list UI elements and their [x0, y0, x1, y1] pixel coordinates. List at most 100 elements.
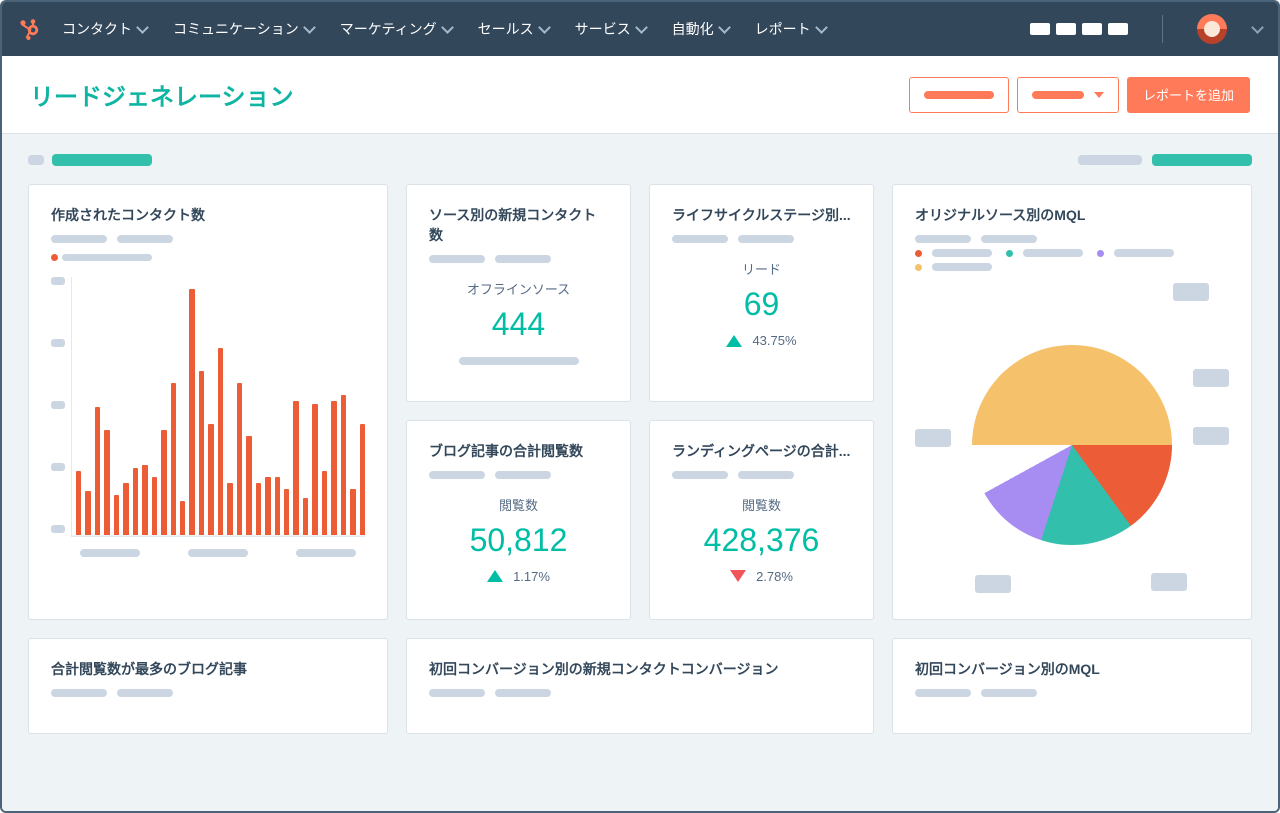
bar — [104, 430, 109, 536]
card-blog-views[interactable]: ブログ記事の合計閲覧数 閲覧数 50,812 1.17% — [406, 420, 631, 621]
nav-item-label: 自動化 — [672, 19, 714, 39]
card-contacts-created[interactable]: 作成されたコンタクト数 — [28, 184, 388, 620]
chevron-down-icon — [635, 21, 648, 34]
bar-series — [71, 277, 365, 537]
pie-chart — [915, 279, 1229, 599]
bar — [189, 289, 194, 536]
card-mql-by-source[interactable]: オリジナルソース別のMQL — [892, 184, 1252, 620]
card-title: 初回コンバージョン別の新規コンタクトコンバージョン — [429, 659, 851, 679]
metric-value: 50,812 — [429, 522, 608, 559]
bar — [227, 483, 232, 536]
nav-divider — [1162, 15, 1163, 43]
bar — [256, 483, 261, 536]
x-axis-labels — [71, 549, 365, 557]
filter-active[interactable] — [52, 154, 152, 166]
util-btn-1[interactable] — [1030, 23, 1050, 35]
card-title: 作成されたコンタクト数 — [51, 205, 365, 225]
card-first-conv-mql[interactable]: 初回コンバージョン別のMQL — [892, 638, 1252, 734]
nav-sales[interactable]: セールス — [478, 19, 549, 39]
bar — [114, 495, 119, 536]
card-top-blog[interactable]: 合計閲覧数が最多のブログ記事 — [28, 638, 388, 734]
nav-marketing[interactable]: マーケティング — [340, 19, 452, 39]
pie-callout — [1151, 573, 1187, 591]
chevron-down-icon[interactable] — [1251, 21, 1264, 34]
card-title: ランディングページの合計... — [672, 441, 851, 461]
delta-value: 1.17% — [513, 569, 550, 584]
metric-value: 428,376 — [672, 522, 851, 559]
filter-skel — [28, 155, 44, 165]
add-report-button[interactable]: レポートを追加 — [1127, 77, 1250, 113]
hubspot-logo-icon[interactable] — [18, 17, 42, 41]
pie-slices — [972, 345, 1172, 545]
nav-item-label: サービス — [575, 19, 631, 39]
util-btn-4[interactable] — [1108, 23, 1128, 35]
chevron-down-icon — [538, 21, 551, 34]
pie-callout — [1193, 369, 1229, 387]
caret-down-icon — [1094, 92, 1104, 98]
card-title: ブログ記事の合計閲覧数 — [429, 441, 608, 461]
nav-item-label: コミュニケーション — [173, 19, 299, 39]
top-nav: コンタクト コミュニケーション マーケティング セールス サービス 自動化 レポ… — [2, 2, 1278, 56]
app-frame: コンタクト コミュニケーション マーケティング セールス サービス 自動化 レポ… — [0, 0, 1280, 813]
bar — [312, 404, 317, 536]
triangle-up-icon — [487, 570, 503, 582]
chevron-down-icon — [815, 21, 828, 34]
bar — [180, 501, 185, 536]
card-title: 初回コンバージョン別のMQL — [915, 659, 1229, 679]
legend-dot-icon — [915, 264, 922, 271]
bar — [246, 436, 251, 536]
bar — [341, 395, 346, 536]
card-title: ライフサイクルステージ別... — [672, 205, 851, 225]
metric-label: オフラインソース — [429, 279, 608, 298]
nav-automation[interactable]: 自動化 — [672, 19, 729, 39]
bar — [350, 489, 355, 536]
card-lifecycle[interactable]: ライフサイクルステージ別... リード 69 43.75% — [649, 184, 874, 402]
card-grid-row2: 合計閲覧数が最多のブログ記事 初回コンバージョン別の新規コンタクトコンバージョン… — [28, 638, 1252, 734]
triangle-up-icon — [726, 335, 742, 347]
nav-menu: コンタクト コミュニケーション マーケティング セールス サービス 自動化 レポ… — [62, 19, 826, 39]
bar — [237, 383, 242, 536]
card-title: 合計閲覧数が最多のブログ記事 — [51, 659, 365, 679]
pie-callout — [915, 429, 951, 447]
bar — [331, 401, 336, 536]
util-btn-2[interactable] — [1056, 23, 1076, 35]
card-first-conv[interactable]: 初回コンバージョン別の新規コンタクトコンバージョン — [406, 638, 874, 734]
metric-delta: 2.78% — [672, 569, 851, 584]
toolbar-skel — [1078, 155, 1142, 165]
pie-callout — [975, 575, 1011, 593]
legend-label — [62, 254, 152, 261]
delta-value: 2.78% — [756, 569, 793, 584]
toolbar-action[interactable] — [1152, 154, 1252, 166]
header-outline-btn-1[interactable] — [909, 77, 1009, 113]
util-btn-3[interactable] — [1082, 23, 1102, 35]
user-avatar[interactable] — [1197, 14, 1227, 44]
nav-item-label: マーケティング — [340, 19, 437, 39]
card-lp-views[interactable]: ランディングページの合計... 閲覧数 428,376 2.78% — [649, 420, 874, 621]
metric-delta: 1.17% — [429, 569, 608, 584]
card-grid: 作成されたコンタクト数 ソース別の新規コンタクト数 オフライ — [28, 184, 1252, 620]
y-axis-labels — [51, 277, 65, 537]
header-outline-btn-2[interactable] — [1017, 77, 1119, 113]
page-title: リードジェネレーション — [30, 77, 901, 112]
pie-legend — [915, 249, 1229, 271]
nav-communication[interactable]: コミュニケーション — [173, 19, 314, 39]
metric-value: 69 — [672, 286, 851, 323]
legend-dot-icon — [1097, 250, 1104, 257]
dashboard-canvas: 作成されたコンタクト数 ソース別の新規コンタクト数 オフライ — [2, 134, 1278, 811]
bar — [85, 491, 90, 536]
nav-contacts[interactable]: コンタクト — [62, 19, 147, 39]
nav-item-label: レポート — [755, 19, 811, 39]
page-header: リードジェネレーション レポートを追加 — [2, 56, 1278, 134]
card-new-by-source[interactable]: ソース別の新規コンタクト数 オフラインソース 444 — [406, 184, 631, 402]
bar — [76, 471, 81, 536]
bar — [284, 489, 289, 536]
nav-service[interactable]: サービス — [575, 19, 646, 39]
metric-bar — [459, 357, 579, 365]
nav-reports[interactable]: レポート — [755, 19, 826, 39]
legend-dot-icon — [1006, 250, 1013, 257]
bar — [208, 424, 213, 536]
bar — [265, 477, 270, 536]
delta-value: 43.75% — [752, 333, 796, 348]
pie-callout — [1173, 283, 1209, 301]
bar — [293, 401, 298, 536]
